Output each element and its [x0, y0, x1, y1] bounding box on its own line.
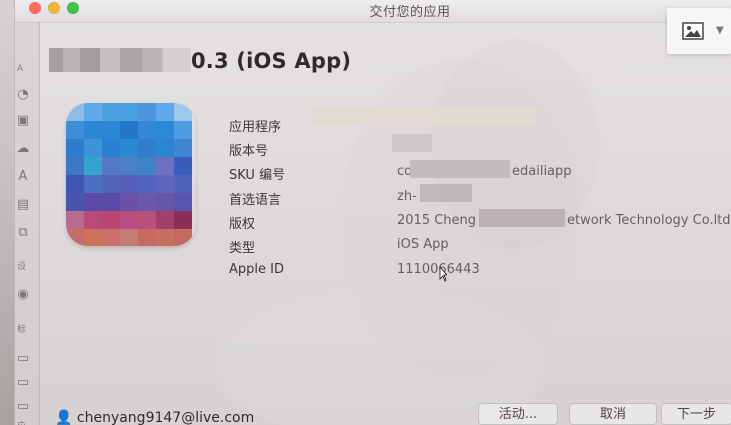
app-window: 交付您的应用 A ◔ ▣ ☁ A ▤ ⧉ 设 ◉ 标 ▭ ▭ ▭ 应 0.3 (… — [14, 0, 731, 425]
user-icon: 👤 — [55, 410, 73, 425]
detail-label: Apple ID — [229, 262, 284, 277]
app-title-redaction — [49, 48, 191, 72]
image-toolbar-button[interactable]: ▼ — [667, 8, 731, 54]
value-redaction — [410, 160, 510, 178]
minimize-window-button[interactable] — [48, 2, 60, 14]
sku-value-suffix: edailiapp — [512, 164, 572, 179]
sidebar: A ◔ ▣ ☁ A ▤ ⧉ 设 ◉ 标 ▭ ▭ ▭ 应 — [15, 22, 40, 425]
account-label: 👤 chenyang9147@live.com — [55, 410, 254, 425]
chevron-down-icon: ▼ — [716, 25, 724, 36]
copyright-value-prefix: 2015 Cheng — [397, 213, 477, 228]
sidebar-item-icon[interactable]: ▤ — [16, 198, 30, 212]
value-redaction — [479, 209, 565, 227]
sidebar-text: A — [17, 64, 24, 74]
window-titlebar: 交付您的应用 — [15, 0, 731, 23]
value-redaction — [392, 134, 432, 152]
detail-label: 版权 — [229, 217, 256, 232]
detail-label: SKU 编号 — [229, 168, 286, 183]
detail-label: 版本号 — [229, 144, 269, 159]
window-title: 交付您的应用 — [369, 5, 451, 20]
archive-icon[interactable]: ▭ — [16, 352, 30, 366]
sidebar-text: 设 — [17, 262, 27, 272]
cancel-button[interactable]: 取消 — [569, 403, 657, 425]
sidebar-item-icon[interactable]: ▣ — [16, 114, 30, 128]
cloud-icon[interactable]: ☁ — [16, 142, 30, 156]
account-email: chenyang9147@live.com — [76, 410, 255, 425]
sidebar-item-icon[interactable]: ◔ — [16, 88, 30, 102]
zoom-window-button[interactable] — [67, 2, 79, 14]
sidebar-item-icon[interactable]: ◉ — [16, 288, 30, 302]
copyright-value-suffix: etwork Technology Co.ltd — [567, 213, 731, 228]
screen: 交付您的应用 A ◔ ▣ ☁ A ▤ ⧉ 设 ◉ 标 ▭ ▭ ▭ 应 0.3 (… — [0, 0, 731, 425]
next-button[interactable]: 下一步 — [661, 403, 731, 425]
archive-icon[interactable]: ▭ — [16, 400, 30, 414]
sidebar-text: 标 — [17, 325, 27, 335]
detail-label: 应用程序 — [229, 120, 282, 135]
app-icon — [66, 103, 196, 246]
font-icon[interactable]: A — [16, 170, 30, 184]
document-icon[interactable]: ⧉ — [16, 226, 30, 240]
app-title: 0.3 (iOS App) — [191, 49, 352, 73]
detail-label: 首选语言 — [229, 193, 282, 208]
value-redaction — [312, 108, 537, 126]
archive-icon[interactable]: ▭ — [16, 376, 30, 390]
sidebar-text: 应 — [17, 419, 26, 425]
value-redaction — [420, 184, 472, 202]
image-icon — [682, 22, 704, 40]
activity-button[interactable]: 活动... — [478, 403, 558, 425]
type-value: iOS App — [397, 237, 449, 252]
close-window-button[interactable] — [29, 2, 41, 14]
mouse-cursor-icon — [439, 266, 447, 282]
language-value-prefix: zh- — [397, 189, 417, 204]
detail-label: 类型 — [229, 241, 256, 256]
